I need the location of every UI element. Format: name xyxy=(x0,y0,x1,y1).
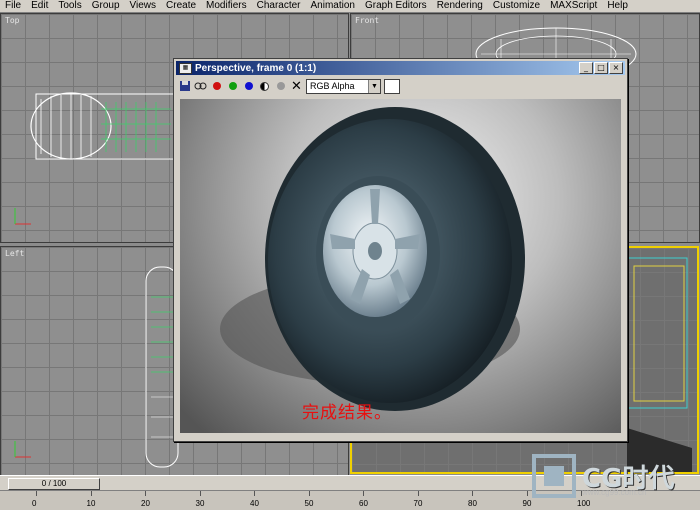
ruler-tick-label: 50 xyxy=(304,499,314,508)
chevron-down-icon: ▼ xyxy=(368,79,380,93)
ruler-tick-label: 20 xyxy=(141,499,150,508)
menu-item-character[interactable]: Character xyxy=(252,0,306,12)
menu-item-customize[interactable]: Customize xyxy=(488,0,545,12)
render-toolbar: ✕ RGB Alpha ▼ xyxy=(176,77,627,95)
render-window-title: Perspective, frame 0 (1:1) xyxy=(195,62,317,74)
clear-icon[interactable]: ✕ xyxy=(290,78,303,93)
logo-url: www.cg99.com.cn xyxy=(582,488,647,497)
maximize-icon[interactable]: □ xyxy=(594,62,608,74)
ruler-tick xyxy=(417,491,419,496)
ruler-tick xyxy=(526,491,528,496)
render-window-titlebar[interactable]: ▦ Perspective, frame 0 (1:1) _ □ × xyxy=(176,61,625,75)
save-icon[interactable] xyxy=(178,80,191,93)
menu-item-modifiers[interactable]: Modifiers xyxy=(201,0,252,12)
ruler-tick xyxy=(472,491,473,496)
ruler-tick xyxy=(145,491,146,496)
menu-item-maxscript[interactable]: MAXScript xyxy=(545,0,602,12)
logo-icon xyxy=(532,454,576,498)
menu-item-help[interactable]: Help xyxy=(602,0,633,12)
ruler-tick xyxy=(308,491,310,496)
green-channel-icon[interactable] xyxy=(226,80,239,93)
menu-item-tools[interactable]: Tools xyxy=(53,0,86,12)
ruler-tick xyxy=(90,491,92,496)
ruler-tick xyxy=(254,491,255,496)
ruler-tick xyxy=(199,491,201,496)
ruler-tick-label: 40 xyxy=(250,499,259,508)
rendered-tire-image xyxy=(220,107,525,411)
ruler-tick xyxy=(36,491,37,496)
ruler-tick-label: 30 xyxy=(195,499,205,508)
menu-bar: File Edit Tools Group Views Create Modifiers Ch… xyxy=(0,0,700,13)
alpha-icon[interactable] xyxy=(274,80,287,93)
ruler-tick-label: 0 xyxy=(32,499,37,508)
menu-item-views[interactable]: Views xyxy=(125,0,162,12)
minimize-icon[interactable]: _ xyxy=(579,62,593,74)
render-frame-icon: ▦ xyxy=(179,62,192,74)
menu-item-edit[interactable]: Edit xyxy=(26,0,53,12)
channel-select[interactable]: RGB Alpha ▼ xyxy=(306,78,381,94)
menu-item-graph-editors[interactable]: Graph Editors xyxy=(360,0,432,12)
menu-item-group[interactable]: Group xyxy=(87,0,125,12)
time-slider[interactable]: 0 / 100 xyxy=(8,478,100,490)
result-caption: 完成结果。 xyxy=(302,403,392,423)
rendered-image: 完成结果。 xyxy=(180,99,621,433)
menu-item-rendering[interactable]: Rendering xyxy=(432,0,488,12)
channel-select-value: RGB Alpha xyxy=(310,81,355,91)
render-frame-window[interactable]: ▦ Perspective, frame 0 (1:1) _ □ × ✕ RGB… xyxy=(173,58,628,442)
watermark-logo: CG时代 www.cg99.com.cn xyxy=(530,452,700,502)
ruler-tick xyxy=(363,491,364,496)
ruler-tick-label: 60 xyxy=(359,499,368,508)
ruler-tick-label: 10 xyxy=(86,499,96,508)
clone-icon[interactable] xyxy=(194,80,207,93)
frame-counter: 0 / 100 xyxy=(41,479,67,488)
menu-item-create[interactable]: Create xyxy=(161,0,201,12)
red-channel-icon[interactable] xyxy=(210,80,223,93)
mono-icon[interactable] xyxy=(258,80,271,93)
close-icon[interactable]: × xyxy=(609,62,623,74)
color-swatch[interactable] xyxy=(384,78,400,94)
menu-item-file[interactable]: File xyxy=(0,0,26,12)
ruler-tick-label: 70 xyxy=(413,499,423,508)
menu-item-animation[interactable]: Animation xyxy=(306,0,360,12)
blue-channel-icon[interactable] xyxy=(242,80,255,93)
ruler-tick-label: 80 xyxy=(468,499,477,508)
